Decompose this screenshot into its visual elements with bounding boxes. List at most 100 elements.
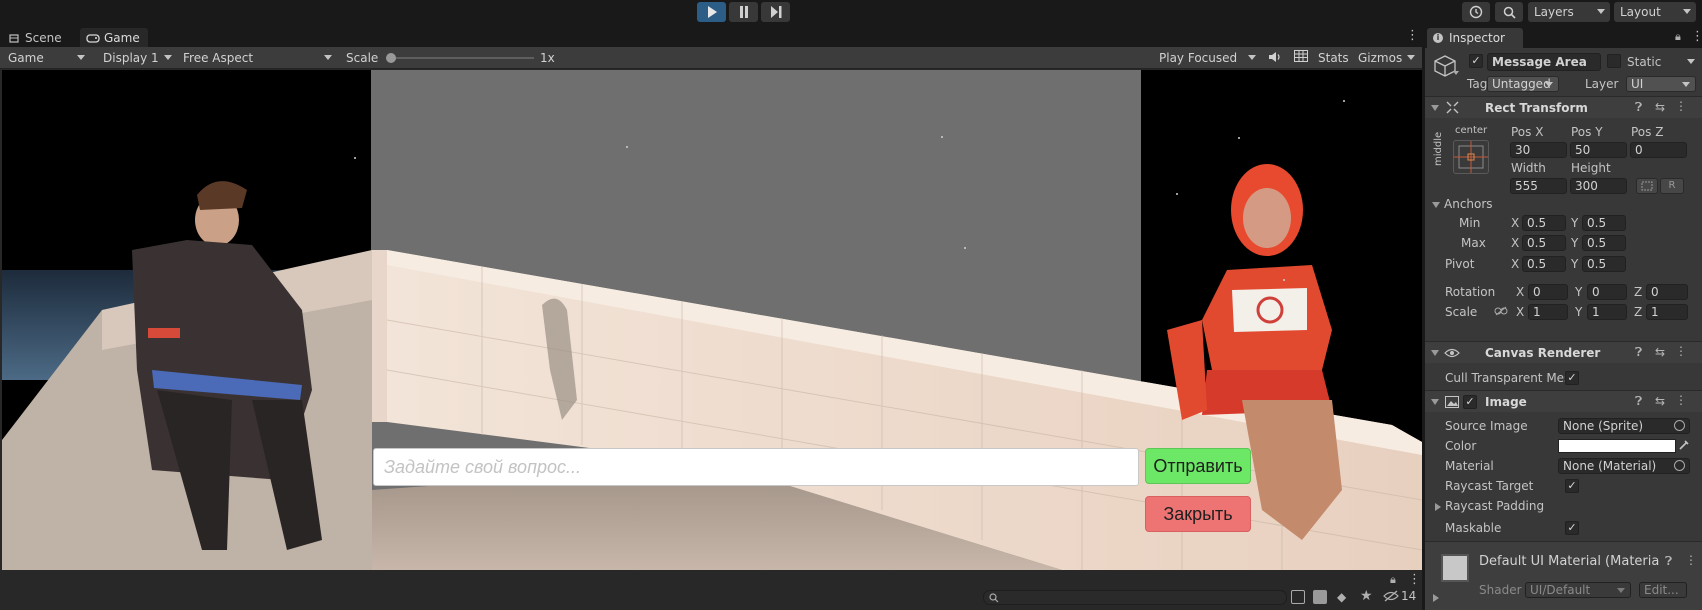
- object-name-field[interactable]: Message Area: [1487, 53, 1601, 71]
- tag-icon[interactable]: ◆: [1337, 590, 1346, 604]
- tab-bar: Scene Game ⋮: [0, 26, 1422, 47]
- anchors-label[interactable]: Anchors: [1444, 197, 1493, 211]
- anchor-max-x-field[interactable]: 0.5: [1522, 235, 1566, 251]
- history-button[interactable]: [1462, 2, 1490, 22]
- object-picker-icon[interactable]: [1674, 460, 1685, 471]
- cull-transparent-checkbox[interactable]: ✓: [1565, 371, 1579, 385]
- canvas-renderer-header[interactable]: Canvas Renderer ❓︎ ⇆ ⋮: [1425, 341, 1702, 363]
- raw-edit-label: R: [1668, 180, 1676, 191]
- tab-scene[interactable]: Scene: [2, 28, 74, 47]
- tab-inspector[interactable]: i Inspector: [1427, 28, 1523, 48]
- more-options-icon[interactable]: ⋮: [1691, 29, 1702, 44]
- layers-dropdown[interactable]: Layers: [1528, 2, 1610, 22]
- raycast-padding-label[interactable]: Raycast Padding: [1445, 499, 1544, 513]
- scale-x-field[interactable]: 1: [1528, 304, 1568, 320]
- anchor-presets-button[interactable]: [1453, 140, 1489, 174]
- close-button[interactable]: Закрыть: [1145, 496, 1251, 532]
- fold-arrow-icon[interactable]: [1433, 594, 1439, 602]
- stats-button[interactable]: Stats: [1318, 51, 1349, 65]
- shader-edit-button[interactable]: Edit...: [1639, 582, 1687, 598]
- source-image-field[interactable]: None (Sprite): [1558, 418, 1690, 434]
- more-options-icon[interactable]: ⋮: [1408, 572, 1421, 587]
- pos-z-field[interactable]: 0: [1630, 142, 1687, 158]
- static-checkbox[interactable]: [1607, 54, 1621, 68]
- help-icon[interactable]: ❓︎: [1635, 100, 1642, 115]
- more-options-icon[interactable]: ⋮: [1685, 553, 1697, 567]
- pos-x-field[interactable]: 30: [1510, 142, 1567, 158]
- more-options-icon[interactable]: ⋮: [1675, 393, 1687, 407]
- search-button[interactable]: [1495, 2, 1523, 22]
- layer-dropdown[interactable]: UI: [1626, 76, 1696, 92]
- star-icon[interactable]: ★: [1360, 588, 1373, 604]
- blueprint-mode-button[interactable]: [1636, 178, 1658, 194]
- display-dropdown[interactable]: Display 1: [97, 49, 177, 67]
- more-options-icon[interactable]: ⋮: [1406, 29, 1419, 43]
- presets-icon[interactable]: ⇆: [1655, 394, 1665, 408]
- fold-arrow-icon[interactable]: [1432, 202, 1440, 208]
- pivot-x-field[interactable]: 0.5: [1522, 256, 1566, 272]
- game-mode-dropdown[interactable]: Game: [2, 49, 90, 67]
- raw-edit-button[interactable]: R: [1660, 178, 1684, 194]
- anchor-max-y-field[interactable]: 0.5: [1582, 235, 1626, 251]
- scale-y-field[interactable]: 1: [1587, 304, 1627, 320]
- help-icon[interactable]: ❓︎: [1635, 394, 1642, 409]
- scale-slider-thumb[interactable]: [386, 53, 396, 63]
- image-enabled-checkbox[interactable]: ✓: [1463, 395, 1477, 409]
- game-viewport[interactable]: Задайте свой вопрос... Отправить Закрыть: [2, 70, 1422, 570]
- anchor-min-y-field[interactable]: 0.5: [1582, 215, 1626, 231]
- console-search-input[interactable]: [983, 590, 1287, 605]
- object-picker-icon[interactable]: [1674, 420, 1685, 431]
- active-checkbox[interactable]: ✓: [1469, 54, 1483, 68]
- tab-game[interactable]: Game: [80, 28, 148, 47]
- color-label: Color: [1445, 439, 1477, 453]
- icon-dropdown-arrow[interactable]: [1453, 71, 1459, 75]
- help-icon[interactable]: ❓︎: [1665, 554, 1672, 569]
- rotation-z-field[interactable]: 0: [1646, 284, 1688, 300]
- rotation-x-field[interactable]: 0: [1528, 284, 1568, 300]
- keyboard-button[interactable]: [1294, 50, 1312, 66]
- question-input[interactable]: Задайте свой вопрос...: [373, 448, 1139, 486]
- gizmos-label: Gizmos: [1358, 51, 1403, 65]
- aspect-dropdown[interactable]: Free Aspect: [177, 49, 337, 67]
- rect-transform-header[interactable]: Rect Transform ❓︎ ⇆ ⋮: [1425, 96, 1702, 118]
- package-icon[interactable]: [1313, 590, 1327, 604]
- gizmos-dropdown[interactable]: Gizmos: [1352, 49, 1420, 67]
- height-field[interactable]: 300: [1570, 178, 1627, 194]
- chevron-down-icon[interactable]: [1687, 59, 1695, 64]
- more-options-icon[interactable]: ⋮: [1675, 344, 1687, 358]
- eyedropper-icon[interactable]: [1678, 439, 1690, 451]
- link-icon[interactable]: [1494, 306, 1508, 316]
- help-icon[interactable]: ❓︎: [1635, 345, 1642, 360]
- presets-icon[interactable]: ⇆: [1655, 345, 1665, 359]
- source-image-label: Source Image: [1445, 419, 1528, 433]
- shader-dropdown[interactable]: UI/Default: [1525, 582, 1631, 598]
- pause-button[interactable]: [729, 2, 758, 22]
- filter-icon[interactable]: [1291, 590, 1305, 604]
- pivot-label: Pivot: [1445, 257, 1475, 271]
- layout-dropdown[interactable]: Layout: [1614, 2, 1696, 22]
- material-field[interactable]: None (Material): [1558, 458, 1690, 474]
- step-button[interactable]: [761, 2, 790, 22]
- play-button[interactable]: [697, 2, 726, 22]
- color-swatch[interactable]: [1558, 439, 1676, 453]
- scale-z-field[interactable]: 1: [1646, 304, 1688, 320]
- scale-slider[interactable]: [386, 53, 534, 63]
- lock-icon[interactable]: 🔒︎: [1675, 30, 1681, 44]
- fold-arrow-icon[interactable]: [1435, 503, 1441, 511]
- rotation-y-field[interactable]: 0: [1587, 284, 1627, 300]
- more-options-icon[interactable]: ⋮: [1675, 99, 1687, 113]
- hidden-count[interactable]: 14: [1383, 589, 1416, 603]
- audio-mute-button[interactable]: [1268, 50, 1286, 66]
- pos-y-field[interactable]: 50: [1570, 142, 1627, 158]
- tag-dropdown[interactable]: Untagged: [1487, 76, 1559, 92]
- play-focused-dropdown[interactable]: Play Focused: [1153, 49, 1261, 67]
- raycast-target-checkbox[interactable]: ✓: [1565, 479, 1579, 493]
- maskable-checkbox[interactable]: ✓: [1565, 521, 1579, 535]
- image-header[interactable]: ✓ Image ❓︎ ⇆ ⋮: [1425, 390, 1702, 412]
- pivot-y-field[interactable]: 0.5: [1582, 256, 1626, 272]
- send-button[interactable]: Отправить: [1145, 448, 1251, 484]
- width-field[interactable]: 555: [1510, 178, 1567, 194]
- lock-icon[interactable]: 🔒︎: [1390, 573, 1396, 587]
- presets-icon[interactable]: ⇆: [1655, 100, 1665, 114]
- anchor-min-x-field[interactable]: 0.5: [1522, 215, 1566, 231]
